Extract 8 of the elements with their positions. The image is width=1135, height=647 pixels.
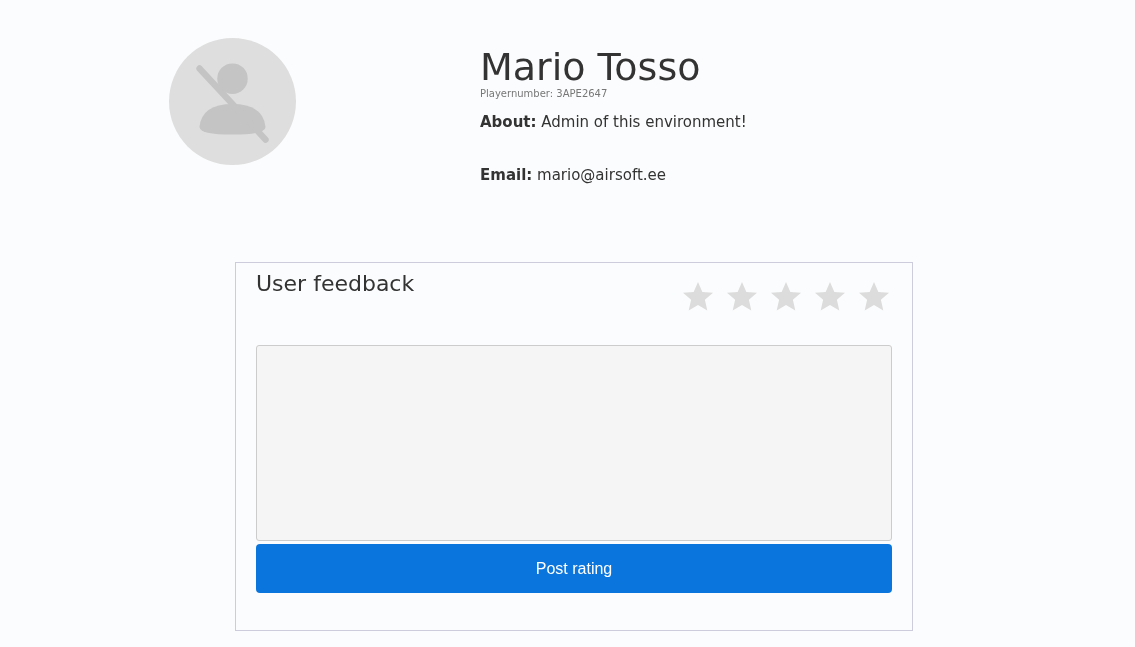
player-number: Playernumber: 3APE2647 (480, 87, 609, 101)
about-text: About: Admin of this environment! (480, 112, 747, 133)
profile-name: Mario Tosso (480, 44, 702, 89)
post-rating-button[interactable]: Post rating (256, 544, 892, 593)
avatar-icon (169, 38, 296, 165)
feedback-input[interactable] (256, 345, 892, 541)
feedback-title: User feedback (256, 271, 415, 298)
email-text: Email: mario@airsoft.ee (480, 164, 667, 186)
